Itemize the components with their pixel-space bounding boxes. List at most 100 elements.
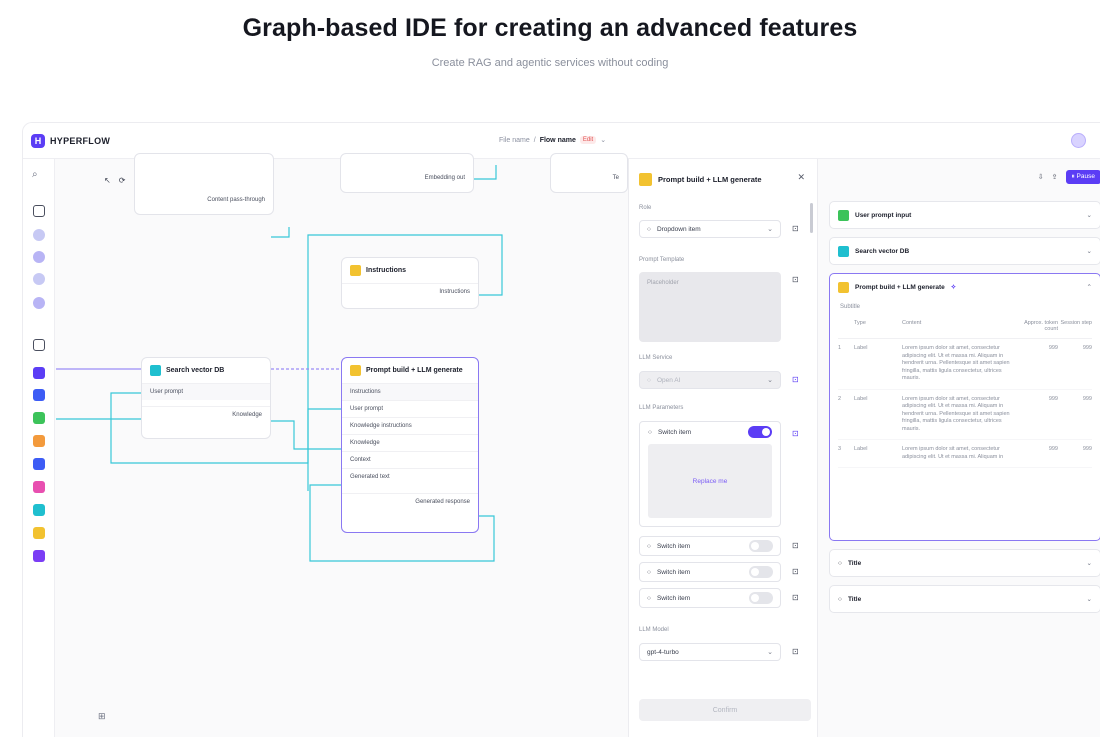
yellow-node-icon[interactable] <box>33 527 45 539</box>
pink-node-icon[interactable] <box>33 481 45 493</box>
breadcrumb: File name / Flow name Edit ⌄ <box>499 136 606 144</box>
switch-label: Switch item <box>656 594 691 602</box>
prompt-icon <box>350 365 361 376</box>
replace-slot[interactable]: Replace me <box>648 444 772 518</box>
switch-toggle[interactable] <box>749 540 773 552</box>
download-icon[interactable]: ⇩ <box>1038 173 1044 181</box>
lock-icon[interactable]: ⊡ <box>792 567 799 576</box>
lock-icon[interactable]: ⊡ <box>792 593 799 602</box>
switch-toggle[interactable] <box>749 566 773 578</box>
switch-toggle[interactable] <box>749 592 773 604</box>
role-select[interactable]: ○ Dropdown item ⌄ <box>639 220 781 238</box>
llm-model-label: LLM Model <box>639 627 669 633</box>
history-icon[interactable]: ⟳ <box>119 176 126 185</box>
accordion-search[interactable]: Search vector DB ⌄ <box>829 237 1100 265</box>
table-header: Type Content Approx. token count Session… <box>838 314 1092 339</box>
select-tool-icon[interactable]: ↖ <box>104 176 111 185</box>
input-circle-icon-3[interactable] <box>33 273 45 285</box>
accordion-header[interactable]: Prompt build + LLM generate ✧ ⌃ <box>830 274 1100 300</box>
node-search-vector[interactable]: Search vector DB User prompt Knowledge <box>141 357 271 439</box>
lock-icon[interactable]: ⊡ <box>792 429 799 438</box>
chevron-down-icon: ⌄ <box>1086 212 1092 219</box>
role-label: Role <box>639 205 652 211</box>
node-prompt-build[interactable]: Prompt build + LLM generate Instructions… <box>341 357 479 533</box>
accordion-header[interactable]: ○ Title ⌄ <box>830 550 1100 576</box>
table-row: 2 Label Lorem ipsum dolor sit amet, cons… <box>838 390 1092 440</box>
node-output[interactable]: Content pass-through <box>135 192 273 208</box>
col-tokens: Approx. token count <box>1024 320 1058 332</box>
role-value: Dropdown item <box>656 225 701 233</box>
node-input[interactable]: Instructions <box>342 383 478 400</box>
node-input[interactable]: Knowledge instructions <box>342 417 478 434</box>
node-output[interactable]: Te <box>551 170 627 186</box>
node-output[interactable]: Instructions <box>342 283 478 300</box>
switch-toggle[interactable] <box>748 426 772 438</box>
graph-canvas[interactable]: ↖ ⟳ ▦ ↶ ↷ ⊕ ⊻ ✕ ⋮ ⑂ Content pass-through… <box>56 153 628 737</box>
accordion-title-2[interactable]: ○ Title ⌄ <box>829 585 1100 613</box>
node-output[interactable]: Embedding out <box>341 170 473 186</box>
app-window: H HYPERFLOW File name / Flow name Edit ⌄… <box>22 122 1100 737</box>
process-node-icon[interactable] <box>33 339 45 351</box>
row-step: 999 <box>1082 446 1092 452</box>
node-output[interactable]: Knowledge <box>142 406 270 423</box>
col-step: Session step <box>1060 320 1093 326</box>
input-circle-icon[interactable] <box>33 229 45 241</box>
accordion-prompt-build[interactable]: Prompt build + LLM generate ✧ ⌃ Subtitle… <box>829 273 1100 541</box>
violet-node-icon[interactable] <box>33 550 45 562</box>
node-input[interactable]: Generated text <box>342 468 478 485</box>
row-content: Lorem ipsum dolor sit amet, consectetur … <box>902 345 1010 381</box>
row-number: 2 <box>838 395 842 402</box>
cyan-node-icon[interactable] <box>33 504 45 516</box>
file-name[interactable]: File name <box>499 137 530 144</box>
prompt-template-input[interactable]: Placeholder <box>639 272 781 342</box>
node-instructions[interactable]: Instructions Instructions <box>341 257 479 309</box>
flow-name[interactable]: Flow name <box>540 137 576 144</box>
input-circle-icon-2[interactable] <box>33 251 45 263</box>
node-embedding[interactable]: Embedding out <box>340 153 474 193</box>
lock-icon[interactable]: ⊡ <box>792 224 799 233</box>
accordion-header[interactable]: ○ Title ⌄ <box>830 586 1100 612</box>
node-header: Instructions <box>342 258 478 283</box>
col-content: Content <box>902 320 922 326</box>
lock-icon[interactable]: ⊡ <box>792 375 799 384</box>
node-input[interactable]: Knowledge <box>342 434 478 451</box>
accordion-title-1[interactable]: ○ Title ⌄ <box>829 549 1100 577</box>
pause-button[interactable]: ⏸ Pause <box>1065 170 1100 184</box>
lock-icon[interactable]: ⊡ <box>792 541 799 550</box>
orange-node-icon[interactable] <box>33 435 45 447</box>
blue-node-icon-2[interactable] <box>33 458 45 470</box>
scrollbar[interactable] <box>810 203 813 233</box>
search-icon[interactable]: ⌕ <box>32 169 38 180</box>
close-icon[interactable]: ✕ <box>797 172 805 183</box>
accordion-header[interactable]: User prompt input ⌄ <box>830 202 1100 228</box>
accordion-title: User prompt input <box>855 211 912 219</box>
wire <box>271 227 290 238</box>
node-top-right[interactable]: Te <box>550 153 628 193</box>
chevron-down-icon[interactable]: ⌄ <box>600 136 606 144</box>
node-header: Search vector DB <box>142 358 270 383</box>
llm-params-group: ○ Switch item Replace me <box>639 421 781 527</box>
accordion-header[interactable]: Search vector DB ⌄ <box>830 238 1100 264</box>
llm-service-select[interactable]: ○ Open AI ⌄ <box>639 371 781 389</box>
purple-node-icon[interactable] <box>33 367 45 379</box>
node-input[interactable]: User prompt <box>142 383 270 400</box>
node-input[interactable]: Context <box>342 451 478 468</box>
node-input[interactable]: User prompt <box>342 400 478 417</box>
accordion-title: Search vector DB <box>855 247 910 255</box>
blue-node-icon[interactable] <box>33 389 45 401</box>
logo[interactable]: H HYPERFLOW <box>31 134 110 148</box>
confirm-button[interactable]: Confirm <box>639 699 811 721</box>
minimap-icon[interactable]: ⊞ <box>98 711 106 722</box>
node-content-pass[interactable]: Content pass-through <box>134 153 274 215</box>
llm-model-select[interactable]: gpt-4-turbo ⌄ <box>639 643 781 661</box>
green-node-icon[interactable] <box>33 412 45 424</box>
input-node-icon[interactable] <box>33 205 45 217</box>
lock-icon[interactable]: ⊡ <box>792 647 799 656</box>
hero-subtitle: Create RAG and agentic services without … <box>431 57 669 69</box>
avatar[interactable] <box>1071 133 1086 148</box>
lock-icon[interactable]: ⊡ <box>792 275 799 284</box>
input-circle-icon-4[interactable] <box>33 297 45 309</box>
upload-icon[interactable]: ⇪ <box>1052 173 1058 181</box>
node-output[interactable]: Generated response <box>342 493 478 510</box>
accordion-user-prompt[interactable]: User prompt input ⌄ <box>829 201 1100 229</box>
